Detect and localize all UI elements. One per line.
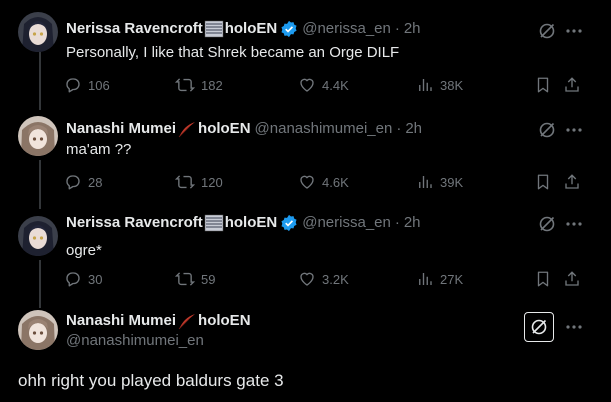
reply-icon bbox=[66, 175, 80, 190]
feather-emoji-icon bbox=[177, 312, 197, 330]
like-count: 4.4K bbox=[322, 77, 349, 93]
avatar-mumei[interactable] bbox=[18, 310, 58, 350]
display-name-suffix[interactable]: holoEN bbox=[225, 19, 278, 39]
tweet-text: ohh right you played baldurs gate 3 bbox=[18, 371, 284, 390]
feather-emoji-icon bbox=[177, 120, 197, 138]
handle[interactable]: @nerissa_en bbox=[302, 213, 391, 233]
bookmark-button[interactable] bbox=[534, 170, 558, 194]
bookmark-icon bbox=[537, 77, 549, 93]
like-button[interactable]: 4.6K bbox=[298, 170, 349, 194]
display-name[interactable]: Nerissa Ravencroft bbox=[66, 19, 203, 39]
reply-icon bbox=[66, 272, 80, 287]
like-count: 4.6K bbox=[322, 174, 349, 190]
like-button[interactable]: 3.2K bbox=[298, 267, 349, 291]
separator-dot: · bbox=[396, 120, 402, 137]
reply-icon bbox=[66, 78, 80, 93]
more-options-icon[interactable] bbox=[562, 19, 586, 43]
views-count: 38K bbox=[440, 77, 464, 93]
sheet-music-emoji-icon bbox=[204, 20, 224, 38]
tweet-3[interactable]: Nerissa Ravencroft holoEN @nerissa_en · … bbox=[0, 208, 611, 308]
tweet-text: Personally, I like that Shrek became an … bbox=[66, 44, 400, 61]
retweet-icon bbox=[175, 272, 195, 286]
retweet-icon bbox=[175, 175, 195, 189]
retweet-icon bbox=[175, 78, 195, 92]
display-name-suffix[interactable]: holoEN bbox=[198, 311, 251, 331]
tweet-2[interactable]: Nanashi Mumei holoEN @nanashimumei_en · … bbox=[0, 108, 611, 208]
heart-icon bbox=[300, 78, 314, 92]
handle[interactable]: @nanashimumei_en bbox=[255, 119, 393, 139]
views-button[interactable]: 39K bbox=[416, 170, 463, 194]
heart-icon bbox=[300, 272, 314, 286]
views-chart-icon bbox=[419, 79, 432, 91]
verified-badge-icon bbox=[280, 20, 298, 38]
views-chart-icon bbox=[419, 176, 432, 188]
reply-button[interactable]: 28 bbox=[64, 170, 102, 194]
share-icon bbox=[565, 174, 579, 189]
more-options-icon[interactable] bbox=[562, 315, 586, 339]
bookmark-icon bbox=[537, 174, 549, 190]
tweet-actions: 106 182 4.4K 38K bbox=[60, 73, 600, 97]
handle[interactable]: @nerissa_en bbox=[302, 19, 391, 39]
tweet-header: Nerissa Ravencroft holoEN @nerissa_en · … bbox=[66, 213, 421, 233]
retweet-button[interactable]: 59 bbox=[175, 267, 215, 291]
tweet-header: Nanashi Mumei holoEN @nanashimumei_en · … bbox=[66, 119, 422, 139]
like-button[interactable]: 4.4K bbox=[298, 73, 349, 97]
grok-icon[interactable] bbox=[535, 212, 559, 236]
grok-icon[interactable] bbox=[535, 19, 559, 43]
timestamp[interactable]: 2h bbox=[405, 119, 422, 139]
bookmark-button[interactable] bbox=[534, 267, 558, 291]
retweet-button[interactable]: 120 bbox=[175, 170, 223, 194]
retweet-count: 120 bbox=[201, 174, 223, 190]
reply-count: 30 bbox=[88, 271, 103, 287]
timestamp[interactable]: 2h bbox=[404, 213, 421, 233]
like-count: 3.2K bbox=[322, 271, 349, 287]
reply-count: 28 bbox=[88, 174, 103, 190]
avatar-nerissa[interactable] bbox=[18, 216, 58, 256]
share-button[interactable] bbox=[563, 267, 587, 291]
heart-icon bbox=[300, 175, 314, 189]
retweet-button[interactable]: 182 bbox=[175, 73, 223, 97]
display-name-suffix[interactable]: holoEN bbox=[225, 213, 278, 233]
reply-button[interactable]: 106 bbox=[64, 73, 110, 97]
tweet-header: Nerissa Ravencroft holoEN @nerissa_en · … bbox=[66, 19, 421, 39]
timestamp[interactable]: 2h bbox=[404, 19, 421, 39]
verified-badge-icon bbox=[280, 214, 298, 232]
separator-dot: · bbox=[394, 20, 400, 37]
views-count: 27K bbox=[440, 271, 464, 287]
display-name[interactable]: Nerissa Ravencroft bbox=[66, 213, 203, 233]
reply-count: 106 bbox=[88, 77, 110, 93]
grok-icon[interactable] bbox=[524, 312, 554, 342]
avatar-nerissa[interactable] bbox=[18, 12, 58, 52]
tweet-actions: 28 120 4.6K 39K bbox=[60, 170, 600, 194]
tweet-text: ma'am ?? bbox=[66, 141, 132, 158]
views-button[interactable]: 27K bbox=[416, 267, 463, 291]
display-name[interactable]: Nanashi Mumei bbox=[66, 119, 176, 139]
sheet-music-emoji-icon bbox=[204, 214, 224, 232]
more-options-icon[interactable] bbox=[562, 118, 586, 142]
bookmark-button[interactable] bbox=[534, 73, 558, 97]
avatar-mumei[interactable] bbox=[18, 116, 58, 156]
share-icon bbox=[565, 77, 579, 92]
share-button[interactable] bbox=[563, 170, 587, 194]
tweet-header: Nanashi Mumei holoEN bbox=[66, 311, 251, 331]
reply-button[interactable]: 30 bbox=[64, 267, 102, 291]
retweet-count: 182 bbox=[201, 77, 223, 93]
tweet-1[interactable]: Nerissa Ravencroft holoEN @nerissa_en · … bbox=[0, 0, 611, 108]
more-options-icon[interactable] bbox=[562, 212, 586, 236]
grok-icon[interactable] bbox=[535, 118, 559, 142]
retweet-count: 59 bbox=[201, 271, 216, 287]
tweet-actions: 30 59 3.2K 27K bbox=[60, 267, 600, 291]
bookmark-icon bbox=[537, 271, 549, 287]
separator-dot: · bbox=[394, 214, 400, 231]
views-count: 39K bbox=[440, 174, 464, 190]
views-chart-icon bbox=[419, 273, 432, 285]
views-button[interactable]: 38K bbox=[416, 73, 463, 97]
tweet-text: ogre* bbox=[66, 242, 102, 259]
share-icon bbox=[565, 271, 579, 286]
display-name-suffix[interactable]: holoEN bbox=[198, 119, 251, 139]
handle[interactable]: @nanashimumei_en bbox=[66, 331, 204, 351]
share-button[interactable] bbox=[563, 73, 587, 97]
main-tweet: Nanashi Mumei holoEN @nanashimumei_en oh… bbox=[0, 308, 611, 402]
display-name[interactable]: Nanashi Mumei bbox=[66, 311, 176, 331]
